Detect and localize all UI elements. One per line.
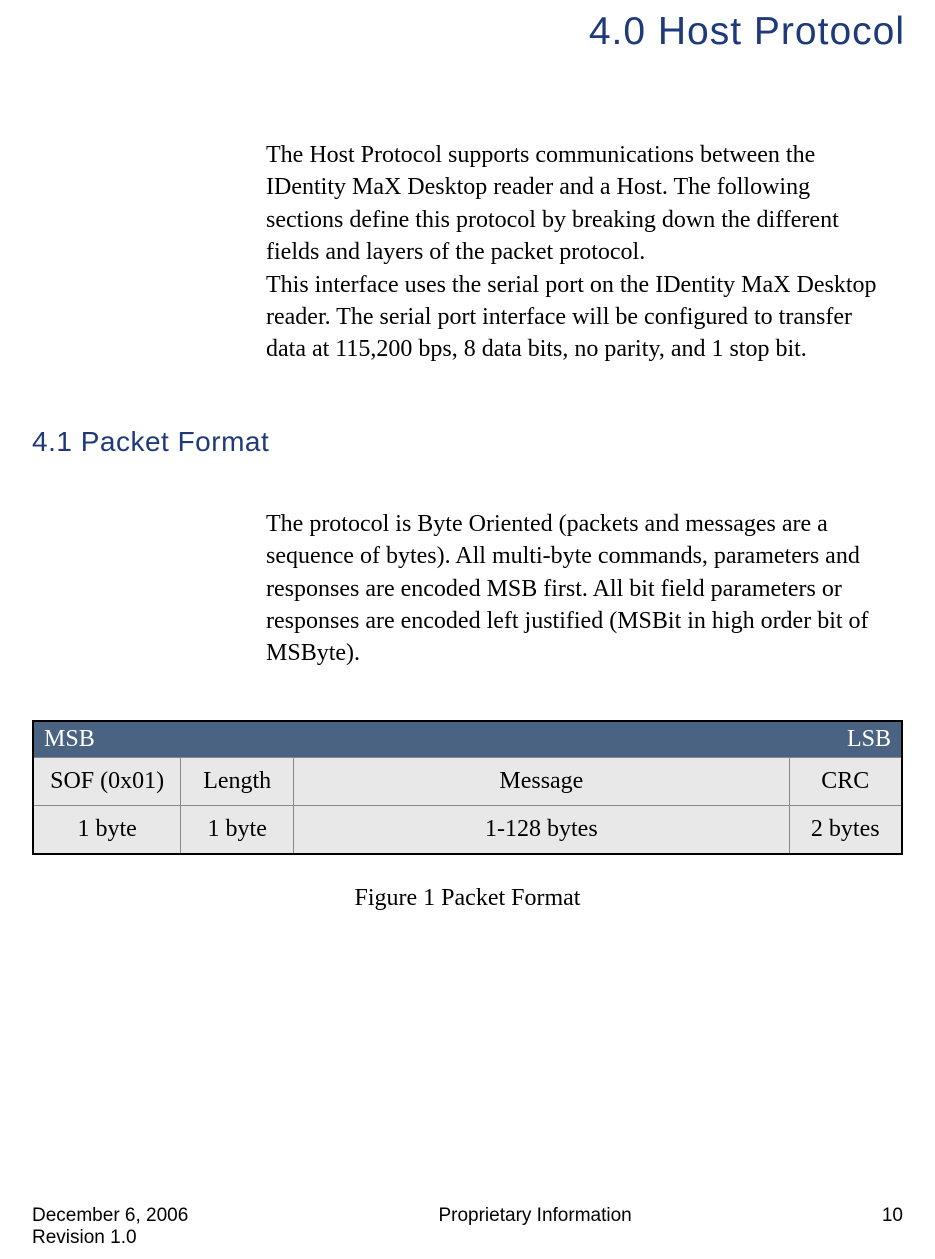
cell-length: Length [181, 757, 294, 805]
table-header-msb: MSB [33, 721, 294, 758]
table-header-row: MSB LSB [33, 721, 902, 758]
table-row-sizes: 1 byte 1 byte 1-128 bytes 2 bytes [33, 805, 902, 854]
sub-heading: 4.1 Packet Format [32, 426, 915, 458]
main-heading: 4.0 Host Protocol [20, 0, 915, 54]
cell-crc-size: 2 bytes [789, 805, 902, 854]
table-row-fields: SOF (0x01) Length Message CRC [33, 757, 902, 805]
cell-sof-size: 1 byte [33, 805, 181, 854]
cell-sof: SOF (0x01) [33, 757, 181, 805]
cell-crc: CRC [789, 757, 902, 805]
packet-format-paragraph: The protocol is Byte Oriented (packets a… [266, 508, 885, 670]
footer-center: Proprietary Information [188, 1205, 882, 1227]
footer-left: December 6, 2006 Revision 1.0 [32, 1205, 188, 1249]
packet-format-table: MSB LSB SOF (0x01) Length Message CRC 1 … [32, 720, 903, 855]
footer-date: December 6, 2006 [32, 1205, 188, 1227]
cell-length-size: 1 byte [181, 805, 294, 854]
footer-revision: Revision 1.0 [32, 1227, 188, 1249]
page-footer: December 6, 2006 Revision 1.0 Proprietar… [32, 1205, 903, 1249]
intro-paragraph: The Host Protocol supports communication… [266, 139, 885, 366]
figure-caption: Figure 1 Packet Format [20, 885, 915, 912]
footer-page-number: 10 [882, 1205, 903, 1227]
cell-message-size: 1-128 bytes [294, 805, 789, 854]
cell-message: Message [294, 757, 789, 805]
table-header-lsb: LSB [294, 721, 902, 758]
